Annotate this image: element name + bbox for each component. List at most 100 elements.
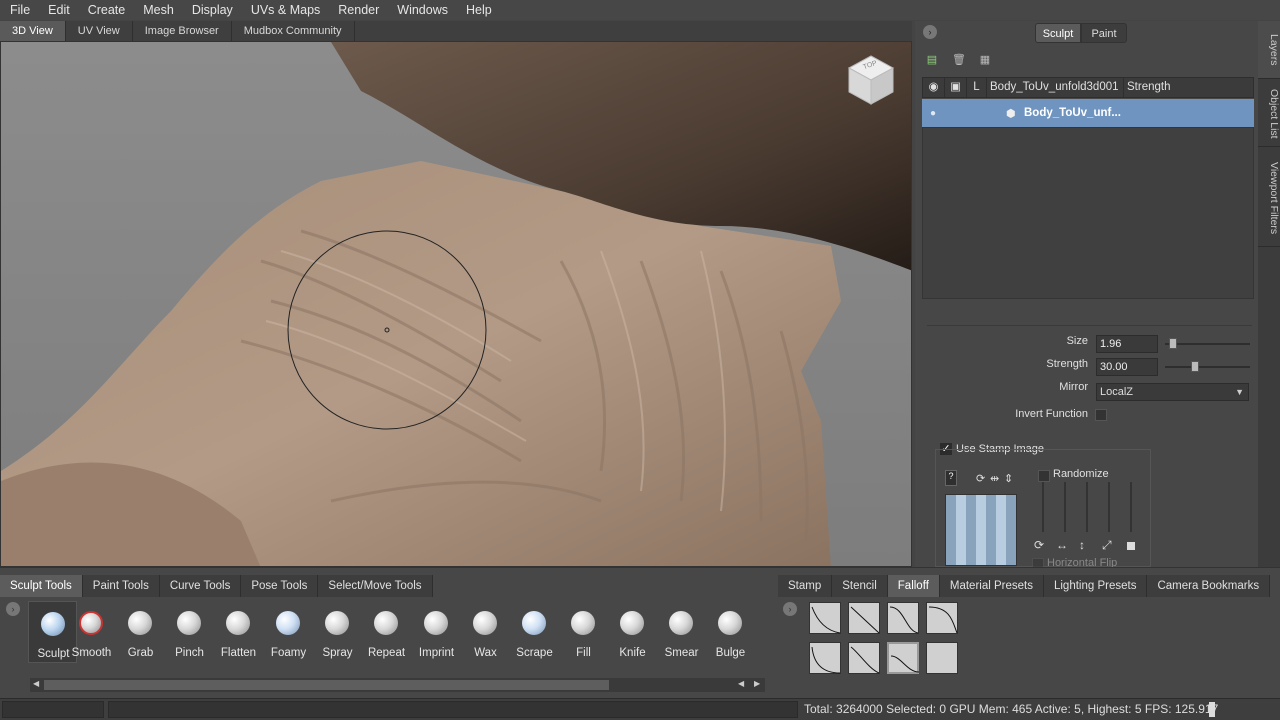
panel-collapse-icon[interactable]: › [923,25,937,39]
layer-options-icon[interactable]: ▦ [978,53,992,67]
side-tab-object-list[interactable]: Object List [1258,81,1280,147]
tab-lighting-presets[interactable]: Lighting Presets [1043,575,1148,597]
menu-display[interactable]: Display [182,0,241,20]
random-expand-icon[interactable]: ⤢ [1102,538,1112,553]
tool-imprint[interactable]: Imprint [412,601,461,663]
lock-icon[interactable]: ▣ [945,78,967,97]
tool-pinch[interactable]: Pinch [165,601,214,663]
side-tab-layers[interactable]: Layers [1258,21,1280,79]
menu-edit[interactable]: Edit [38,0,78,20]
tool-fill[interactable]: Fill [559,601,608,663]
falloff-preset-4[interactable] [926,602,958,634]
randomize-slider-a[interactable] [1042,482,1044,532]
layer-row[interactable]: ● ⬢ Body_ToUv_unf... [922,99,1254,127]
delete-layer-icon[interactable]: 🗑 [952,53,966,67]
randomize-slider-b[interactable] [1064,482,1066,532]
tool-knife[interactable]: Knife [608,601,657,663]
tab-paint-tools[interactable]: Paint Tools [82,575,160,597]
tab-falloff[interactable]: Falloff [887,575,940,597]
tab-sculpt-tools[interactable]: Sculpt Tools [0,575,83,597]
scroll-right-icon[interactable]: ▶ [754,679,760,688]
menu-file[interactable]: File [0,0,38,20]
random-rotate-icon[interactable]: ⟳ [1034,538,1044,552]
size-slider-thumb[interactable] [1169,338,1177,349]
size-input[interactable]: 1.96 [1096,335,1158,353]
tool-foamy[interactable]: Foamy [264,601,313,663]
3d-viewport[interactable]: TOP [0,41,912,567]
tab-3d-view[interactable]: 3D View [0,21,66,41]
bottom-tray: Sculpt Tools Paint Tools Curve Tools Pos… [0,567,1280,698]
random-square-icon[interactable] [1127,542,1135,550]
tool-flatten[interactable]: Flatten [214,601,263,663]
tool-smear[interactable]: Smear [657,601,706,663]
tab-material-presets[interactable]: Material Presets [939,575,1044,597]
invert-function-checkbox[interactable] [1095,409,1107,421]
flip-horizontal-icon[interactable]: ⇹ [990,472,999,485]
panel-splitter[interactable] [927,325,1252,326]
viewcube[interactable]: TOP [844,52,898,108]
tab-image-browser[interactable]: Image Browser [133,21,232,41]
tab-uv-view[interactable]: UV View [66,21,133,41]
strength-header[interactable]: Strength [1124,78,1253,97]
menu-mesh[interactable]: Mesh [133,0,182,20]
tab-camera-bookmarks[interactable]: Camera Bookmarks [1147,575,1271,597]
tab-curve-tools[interactable]: Curve Tools [159,575,242,597]
falloff-preset-7-selected[interactable] [887,642,920,674]
menu-help[interactable]: Help [456,0,500,20]
falloff-preset-8[interactable] [926,642,958,674]
size-slider[interactable] [1165,338,1250,349]
tray-expand-icon[interactable]: › [6,602,20,616]
tab-stamp[interactable]: Stamp [778,575,833,597]
tab-mudbox-community[interactable]: Mudbox Community [232,21,355,41]
stamp-help-icon[interactable]: ? [945,470,957,486]
tool-wax[interactable]: Wax [461,601,510,663]
menu-render[interactable]: Render [328,0,387,20]
side-tab-viewport-filters[interactable]: Viewport Filters [1258,151,1280,247]
tool-tray-scrollbar[interactable]: ◀ ◀ ▶ [30,678,765,692]
tool-spray[interactable]: Spray [313,601,362,663]
new-layer-icon[interactable]: ▤ [925,53,939,67]
tab-pose-tools[interactable]: Pose Tools [241,575,319,597]
strength-input[interactable]: 30.00 [1096,358,1158,376]
tool-grab[interactable]: Grab [116,601,165,663]
strength-slider[interactable] [1165,361,1250,372]
randomize-slider-e[interactable] [1130,482,1132,532]
sculpt-mode-button[interactable]: Sculpt [1035,23,1081,43]
falloff-preset-6[interactable] [848,642,880,674]
falloff-preset-1[interactable] [809,602,841,634]
visibility-eye-icon[interactable]: ◉ [923,78,945,97]
randomize-slider-d[interactable] [1108,482,1110,532]
layer-name-header[interactable]: Body_ToUv_unfold3d001 [987,78,1124,97]
mirror-select[interactable]: LocalZ ▼ [1096,383,1249,401]
menu-create[interactable]: Create [78,0,134,20]
falloff-preset-5[interactable] [809,642,841,674]
layer-visible-dot-icon[interactable]: ● [922,108,944,119]
menu-windows[interactable]: Windows [387,0,456,20]
falloff-expand-icon[interactable]: › [783,602,797,616]
tool-repeat[interactable]: Repeat [362,601,411,663]
tab-select-move-tools[interactable]: Select/Move Tools [318,575,433,597]
random-vertical-icon[interactable]: ↕ [1079,538,1085,552]
randomize-checkbox[interactable] [1038,470,1050,482]
random-horizontal-icon[interactable]: ↔ [1056,538,1068,552]
smooth-tool-icon [79,611,103,635]
scroll-left-icon[interactable]: ◀ [33,679,39,688]
tool-label: Smooth [71,647,112,659]
scroll-right-icon[interactable]: ◀ [738,679,744,688]
tool-bulge[interactable]: Bulge [706,601,755,663]
paint-mode-button[interactable]: Paint [1081,23,1127,43]
tray-right-tabs: Stamp Stencil Falloff Material Presets L… [778,575,1271,597]
stamp-thumbnail[interactable] [945,494,1017,566]
menu-uvs-maps[interactable]: UVs & Maps [241,0,328,20]
strength-slider-thumb[interactable] [1191,361,1199,372]
rotate-icon[interactable]: ⟳ [976,472,985,485]
tab-stencil[interactable]: Stencil [832,575,888,597]
randomize-slider-c[interactable] [1086,482,1088,532]
tool-tray-scroll-thumb[interactable] [44,680,609,690]
layer-mesh-icon: ⬢ [1006,107,1016,120]
falloff-preset-3[interactable] [887,602,919,634]
flip-vertical-icon[interactable]: ⇕ [1004,472,1013,485]
tool-scrape[interactable]: Scrape [510,601,559,663]
falloff-preset-2[interactable] [848,602,880,634]
tool-smooth[interactable]: Smooth [67,601,116,663]
